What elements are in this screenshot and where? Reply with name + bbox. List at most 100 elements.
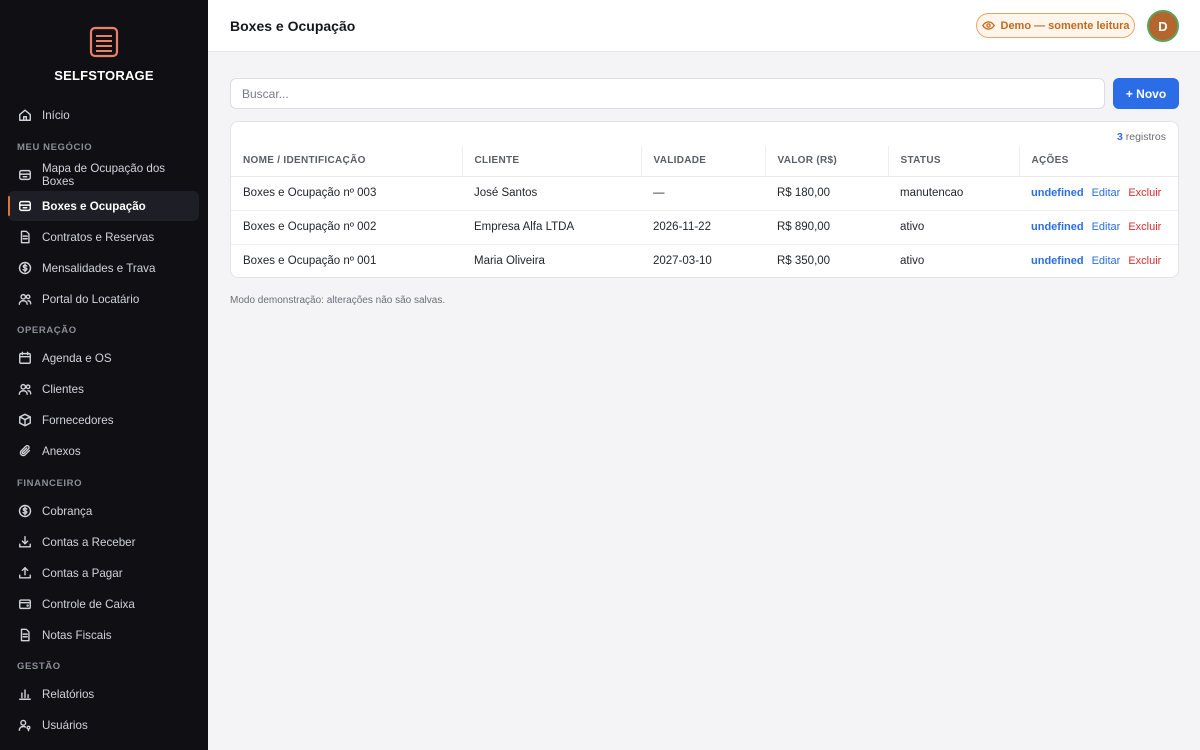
table-row: Boxes e Ocupação nº 002 Empresa Alfa LTD… xyxy=(231,210,1178,245)
table-row: Boxes e Ocupação nº 003 José Santos — R$… xyxy=(231,176,1178,211)
document-icon xyxy=(18,628,32,642)
column-header-validade[interactable]: VALIDADE xyxy=(640,146,765,177)
edit-link[interactable]: Editar xyxy=(1092,255,1121,267)
package-icon xyxy=(18,413,32,427)
sidebar-item-contas-pagar[interactable]: Contas a Pagar xyxy=(8,558,199,588)
sidebar-item-label: Início xyxy=(42,108,70,122)
cell-validity: 2026-11-22 xyxy=(641,210,765,245)
dollar-circle-icon xyxy=(18,504,32,518)
sidebar-item-agenda[interactable]: Agenda e OS xyxy=(8,343,199,373)
wallet-icon xyxy=(18,597,32,611)
cell-value: R$ 180,00 xyxy=(765,176,888,211)
sidebar-item-controle-caixa[interactable]: Controle de Caixa xyxy=(8,589,199,619)
sidebar-item-label: Anexos xyxy=(42,444,81,458)
upload-icon xyxy=(18,566,32,580)
cell-status: ativo xyxy=(900,255,925,268)
brand-name: SELFSTORAGE xyxy=(54,68,154,83)
delete-link[interactable]: Excluir xyxy=(1128,221,1161,233)
paperclip-icon xyxy=(18,444,32,458)
avatar[interactable]: D xyxy=(1147,10,1179,42)
demo-badge-label: Demo — somente leitura xyxy=(1000,19,1130,32)
column-header-valor[interactable]: VALOR (R$) xyxy=(764,146,888,177)
new-button[interactable]: + Novo xyxy=(1113,78,1179,109)
sidebar-item-clientes[interactable]: Clientes xyxy=(8,374,199,404)
sidebar-item-label: Contratos e Reservas xyxy=(42,230,155,244)
document-icon xyxy=(18,230,32,244)
cell-actions: undefined Editar Excluir xyxy=(1019,210,1178,245)
sidebar-item-notas-fiscais[interactable]: Notas Fiscais xyxy=(8,620,199,650)
cell-value: R$ 350,00 xyxy=(777,255,831,268)
sidebar-item-usuarios[interactable]: Usuários xyxy=(8,710,199,740)
column-header-cliente[interactable]: CLIENTE xyxy=(461,146,641,177)
sidebar-item-contas-receber[interactable]: Contas a Receber xyxy=(8,527,199,557)
bar-chart-icon xyxy=(18,687,32,701)
sidebar-item-relatorios[interactable]: Relatórios xyxy=(8,679,199,709)
records-table-card: 3 registros NOME / IDENTIFICAÇÃO CLIENTE… xyxy=(230,121,1179,278)
cell-actions: undefined Editar Excluir xyxy=(1019,244,1178,277)
home-icon xyxy=(18,108,32,122)
cell-name: Boxes e Ocupação nº 001 xyxy=(243,255,377,268)
users-icon xyxy=(18,382,32,396)
sidebar-item-label: Relatórios xyxy=(42,687,95,701)
sidebar-item-fornecedores[interactable]: Fornecedores xyxy=(8,405,199,435)
sidebar-item-label: Agenda e OS xyxy=(42,351,112,365)
sidebar-item-label: Usuários xyxy=(42,718,88,732)
sidebar-item-label: Contas a Pagar xyxy=(42,566,123,580)
delete-link[interactable]: Excluir xyxy=(1128,255,1161,267)
table-row: Boxes e Ocupação nº 001 Maria Oliveira 2… xyxy=(231,244,1178,277)
edit-link[interactable]: Editar xyxy=(1092,221,1121,233)
sidebar: SELFSTORAGE Início MEU NEGÓCIO Mapa de O… xyxy=(0,0,208,750)
sidebar-item-mapa-ocupacao[interactable]: Mapa de Ocupação dos Boxes xyxy=(8,160,199,190)
record-count: 3 registros xyxy=(1117,131,1166,143)
sidebar-item-label: Boxes e Ocupação xyxy=(42,199,146,213)
column-header-nome[interactable]: NOME / IDENTIFICAÇÃO xyxy=(231,146,462,177)
undefined-action-link[interactable]: undefined xyxy=(1031,221,1084,233)
undefined-action-link[interactable]: undefined xyxy=(1031,255,1084,267)
sidebar-item-inicio[interactable]: Início xyxy=(8,100,199,130)
delete-link[interactable]: Excluir xyxy=(1128,187,1161,199)
sidebar-item-label: Notas Fiscais xyxy=(42,628,112,642)
section-title: MEU NEGÓCIO xyxy=(17,142,93,153)
column-header-acoes: AÇÕES xyxy=(1018,146,1178,177)
demo-badge: Demo — somente leitura xyxy=(976,13,1135,38)
column-header-status[interactable]: STATUS xyxy=(887,146,1019,177)
users-icon xyxy=(18,292,32,306)
cell-name: Boxes e Ocupação nº 003 xyxy=(231,176,462,211)
demo-footnote: Modo demonstração: alterações não são sa… xyxy=(230,295,446,306)
calendar-icon xyxy=(18,351,32,365)
record-count-suffix: registros xyxy=(1122,131,1166,143)
sidebar-item-portal-locatario[interactable]: Portal do Locatário xyxy=(8,284,199,314)
sidebar-item-label: Controle de Caixa xyxy=(42,597,135,611)
records-table: NOME / IDENTIFICAÇÃO CLIENTE VALIDADE VA… xyxy=(231,146,1178,277)
table-header-row: NOME / IDENTIFICAÇÃO CLIENTE VALIDADE VA… xyxy=(231,146,1178,177)
sidebar-item-label: Contas a Receber xyxy=(42,535,136,549)
cell-client: Maria Oliveira xyxy=(474,255,545,268)
dollar-circle-icon xyxy=(18,261,32,275)
cell-value: R$ 890,00 xyxy=(765,210,888,245)
download-icon xyxy=(18,535,32,549)
eye-icon xyxy=(981,21,995,30)
cell-status: manutencao xyxy=(888,176,1019,211)
sidebar-item-mensalidades[interactable]: Mensalidades e Trava xyxy=(8,253,199,283)
sidebar-item-contratos[interactable]: Contratos e Reservas xyxy=(8,222,199,252)
sidebar-item-cobranca[interactable]: Cobrança xyxy=(8,496,199,526)
box-icon xyxy=(18,168,32,182)
cell-actions: undefined Editar Excluir xyxy=(1019,176,1178,211)
page-title: Boxes e Ocupação xyxy=(230,18,356,34)
cell-client: Empresa Alfa LTDA xyxy=(462,210,641,245)
search-input[interactable] xyxy=(230,78,1105,109)
sidebar-item-label: Clientes xyxy=(42,382,84,396)
sidebar-item-anexos[interactable]: Anexos xyxy=(8,436,199,466)
undefined-action-link[interactable]: undefined xyxy=(1031,187,1084,199)
sidebar-item-label: Mapa de Ocupação dos Boxes xyxy=(42,162,166,188)
cell-name: Boxes e Ocupação nº 002 xyxy=(231,210,462,245)
cell-validity: — xyxy=(641,176,765,211)
edit-link[interactable]: Editar xyxy=(1092,187,1121,199)
user-key-icon xyxy=(18,718,32,732)
storage-box-icon xyxy=(89,26,119,58)
sidebar-item-label: Portal do Locatário xyxy=(42,292,140,306)
section-title: GESTÃO xyxy=(17,661,61,672)
sidebar-item-label: Mensalidades e Trava xyxy=(42,261,156,275)
brand: SELFSTORAGE xyxy=(0,0,208,96)
sidebar-item-boxes-ocupacao[interactable]: Boxes e Ocupação xyxy=(8,191,199,221)
